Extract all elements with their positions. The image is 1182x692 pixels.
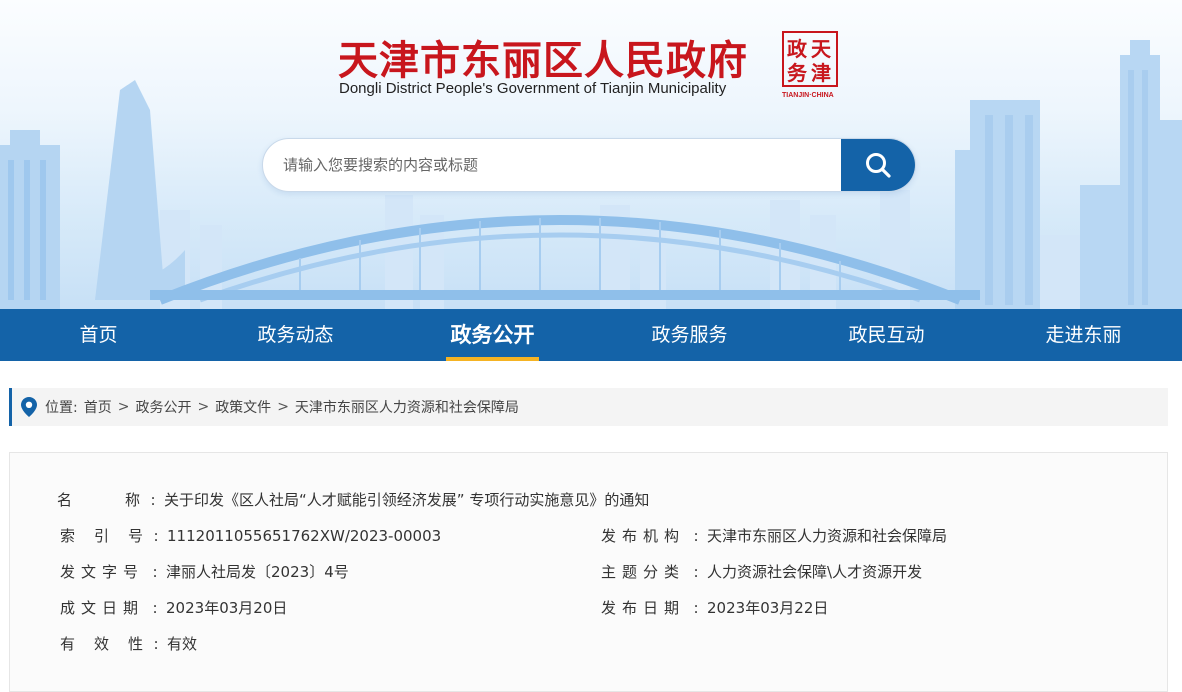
search-button[interactable]	[841, 139, 915, 191]
nav-item-government-disclosure[interactable]: 政务公开	[394, 309, 591, 361]
main-nav: 首页 政务动态 政务公开 政务服务 政民互动 走进东丽	[0, 309, 1182, 361]
info-label-index-no: 索 引 号	[60, 527, 146, 545]
info-value-written-date: 2023年03月20日	[166, 599, 288, 617]
site-subtitle: Dongli District People's Government of T…	[339, 80, 727, 97]
svg-text:津: 津	[811, 61, 831, 85]
info-value-doc-no: 津丽人社局发〔2023〕4号	[166, 563, 349, 581]
search-input[interactable]	[263, 139, 843, 191]
svg-text:务: 务	[787, 61, 808, 85]
info-row-publisher: 发布机构: 天津市东丽区人力资源和社会保障局	[601, 527, 948, 545]
info-row-written-date: 成文日期:2023年03月20日	[60, 599, 288, 617]
breadcrumb: 位置: 首页 > 政务公开 > 政策文件 > 天津市东丽区人力资源和社会保障局	[9, 388, 1168, 426]
nav-item-about-dongli[interactable]: 走进东丽	[985, 309, 1182, 361]
search-icon	[866, 153, 891, 178]
site-logo-block[interactable]: 天津市东丽区人民政府 Dongli District People's Gove…	[338, 28, 838, 108]
info-value-topic: 人力资源社会保障\人才资源开发	[707, 563, 923, 581]
info-value-validity: 有效	[167, 635, 198, 653]
breadcrumb-separator: >	[197, 399, 210, 415]
info-row-name: 名 称: 关于印发《区人社局“人才赋能引领经济发展” 专项行动实施意见》的通知	[57, 491, 650, 509]
info-label-topic: 主题分类	[601, 563, 686, 581]
nav-item-government-services[interactable]: 政务服务	[591, 309, 788, 361]
info-value-publisher: 天津市东丽区人力资源和社会保障局	[707, 527, 948, 545]
info-value-publish-date: 2023年03月22日	[707, 599, 829, 617]
header-banner: 天津市东丽区人民政府 Dongli District People's Gove…	[0, 0, 1182, 309]
info-row-topic: 主题分类: 人力资源社会保障\人才资源开发	[601, 563, 923, 581]
breadcrumb-separator: >	[277, 399, 289, 415]
breadcrumb-separator: >	[117, 399, 130, 415]
info-label-publish-date: 发布日期	[601, 599, 686, 617]
breadcrumb-link-disclosure[interactable]: 政务公开	[135, 397, 191, 417]
breadcrumb-link-home[interactable]: 首页	[84, 397, 112, 417]
info-label-written-date: 成文日期	[60, 599, 145, 617]
document-info-panel: 名 称: 关于印发《区人社局“人才赋能引领经济发展” 专项行动实施意见》的通知 索…	[9, 452, 1168, 692]
info-label-name: 名 称	[57, 491, 143, 509]
breadcrumb-link-policy-documents[interactable]: 政策文件	[215, 397, 271, 417]
svg-text:政: 政	[787, 37, 808, 61]
info-value-index-no: 1112011055651762XW/2023-00003	[167, 527, 442, 545]
info-label-publisher: 发布机构	[601, 527, 686, 545]
info-row-validity: 有 效 性: 有效	[60, 635, 198, 653]
breadcrumb-prefix: 位置:	[45, 400, 78, 416]
nav-item-government-news[interactable]: 政务动态	[197, 309, 394, 361]
svg-text:TIANJIN·CHINA: TIANJIN·CHINA	[782, 92, 834, 99]
nav-item-home[interactable]: 首页	[0, 309, 197, 361]
info-label-validity: 有 效 性	[60, 635, 146, 653]
breadcrumb-link-department[interactable]: 天津市东丽区人力资源和社会保障局	[295, 397, 519, 417]
search-bar	[262, 138, 916, 192]
info-row-index-no: 索 引 号:1112011055651762XW/2023-00003	[60, 527, 442, 545]
info-label-doc-no: 发文字号	[60, 563, 145, 581]
info-value-name: 关于印发《区人社局“人才赋能引领经济发展” 专项行动实施意见》的通知	[164, 491, 650, 509]
info-row-publish-date: 发布日期:2023年03月22日	[601, 599, 829, 617]
svg-text:天: 天	[811, 37, 832, 61]
location-pin-icon	[21, 397, 37, 417]
info-row-doc-no: 发文字号: 津丽人社局发〔2023〕4号	[60, 563, 349, 581]
nav-item-public-interaction[interactable]: 政民互动	[788, 309, 985, 361]
tianjin-seal-logo: 政 天 务 津 TIANJIN·CHINA	[782, 31, 838, 99]
site-title: 天津市东丽区人民政府	[338, 37, 748, 84]
